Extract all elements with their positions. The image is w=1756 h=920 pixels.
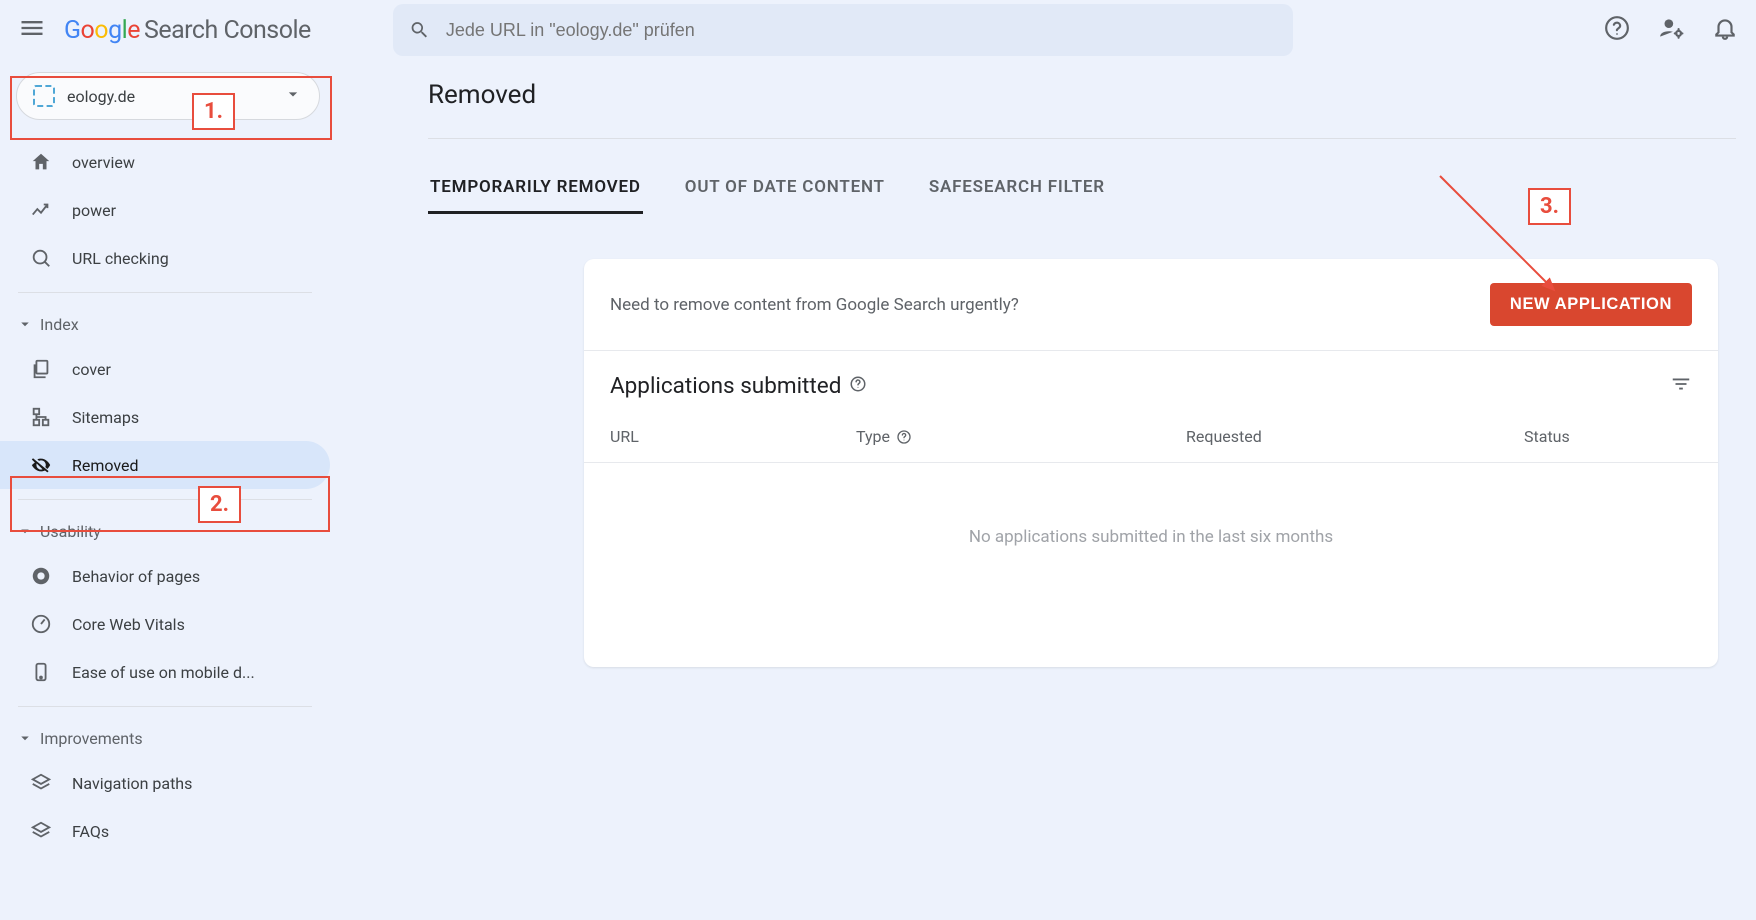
sidebar-group-label: Improvements [40,729,143,748]
sidebar-item-label: FAQs [72,822,109,841]
google-search-console-logo[interactable]: Google Search Console [64,16,311,45]
gauge-icon [30,565,52,587]
page-title: Removed [428,80,1736,110]
sidebar-item-sitemaps[interactable]: Sitemaps [0,393,330,441]
property-favicon [33,85,55,107]
chevron-down-icon [16,729,34,747]
card-prompt: Need to remove content from Google Searc… [610,295,1019,315]
sidebar-item-removed[interactable]: Removed [0,441,330,489]
tab-temporarily-removed[interactable]: TEMPORARILY REMOVED [428,169,643,214]
home-icon [30,151,52,173]
sidebar-item-url-checking[interactable]: URL checking [0,234,330,282]
sidebar-group-improvements[interactable]: Improvements [0,717,330,759]
sidebar: eology.de overview power URL checking In… [0,60,330,920]
hamburger-menu-icon[interactable] [18,14,46,46]
speedometer-icon [30,613,52,635]
divider [18,292,312,293]
search-input[interactable] [446,20,1277,41]
layers-icon [30,772,52,794]
tab-out-of-date[interactable]: OUT OF DATE CONTENT [683,169,887,214]
divider [18,499,312,500]
sidebar-group-label: Index [40,315,79,334]
section-title: Applications submitted [610,373,841,399]
divider [428,138,1736,139]
manage-users-icon[interactable] [1658,15,1684,45]
url-inspect-searchbar[interactable] [393,4,1293,56]
new-application-button[interactable]: NEW APPLICATION [1490,283,1692,326]
sidebar-item-cover[interactable]: cover [0,345,330,393]
search-icon [30,247,52,269]
sidebar-item-label: Removed [72,456,139,475]
help-icon[interactable] [849,375,867,397]
product-name: Search Console [144,16,311,45]
sidebar-item-label: Sitemaps [72,408,139,427]
sidebar-item-faqs[interactable]: FAQs [0,807,330,855]
chevron-down-icon [16,315,34,333]
search-icon [409,19,430,41]
help-icon[interactable] [1604,15,1630,45]
sidebar-group-index[interactable]: Index [0,303,330,345]
sidebar-item-label: Ease of use on mobile d... [72,663,255,682]
sidebar-item-behavior[interactable]: Behavior of pages [0,552,330,600]
sidebar-item-label: cover [72,360,111,379]
column-url: URL [610,427,856,446]
sidebar-item-label: Core Web Vitals [72,615,185,634]
empty-state: No applications submitted in the last si… [584,463,1718,667]
sidebar-item-cwv[interactable]: Core Web Vitals [0,600,330,648]
sidebar-item-label: Behavior of pages [72,567,200,586]
sitemap-icon [30,406,52,428]
visibility-off-icon [30,454,52,476]
pages-icon [30,358,52,380]
sidebar-item-label: URL checking [72,249,169,268]
column-requested: Requested [1186,427,1524,446]
column-type: Type [856,427,1186,446]
table-header: URL Type Requested Status [584,405,1718,463]
sidebar-item-mobile[interactable]: Ease of use on mobile d... [0,648,330,696]
sidebar-item-navpaths[interactable]: Navigation paths [0,759,330,807]
property-selector[interactable]: eology.de [16,72,320,120]
layers-icon [30,820,52,842]
property-name: eology.de [67,87,135,106]
sidebar-group-usability[interactable]: Usability [0,510,330,552]
removals-card: Need to remove content from Google Searc… [584,259,1718,667]
sidebar-item-label: Navigation paths [72,774,192,793]
filter-icon[interactable] [1670,373,1692,399]
tabs: TEMPORARILY REMOVED OUT OF DATE CONTENT … [428,169,1736,215]
chevron-down-icon [16,522,34,540]
divider [18,706,312,707]
sidebar-item-label: overview [72,153,135,172]
sidebar-group-label: Usability [40,522,101,541]
main-content: Removed TEMPORARILY REMOVED OUT OF DATE … [330,60,1756,920]
sidebar-item-overview[interactable]: overview [0,138,330,186]
help-icon[interactable] [896,429,912,445]
column-status: Status [1524,427,1570,446]
tab-safesearch[interactable]: SAFESEARCH FILTER [927,169,1107,214]
chevron-down-icon [283,84,303,108]
notifications-icon[interactable] [1712,15,1738,45]
mobile-icon [30,661,52,683]
sidebar-item-label: power [72,201,116,220]
trend-icon [30,199,52,221]
sidebar-item-power[interactable]: power [0,186,330,234]
